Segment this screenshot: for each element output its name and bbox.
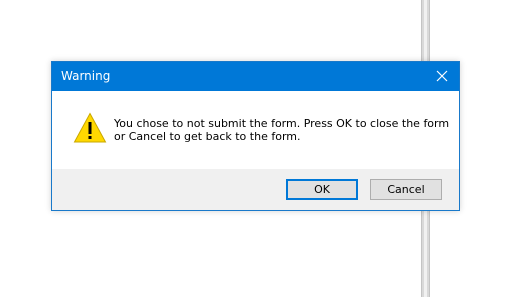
dialog-content: You chose to not submit the form. Press … xyxy=(52,91,459,169)
cancel-button[interactable]: Cancel xyxy=(370,179,442,200)
dialog-titlebar: Warning xyxy=(52,62,459,91)
warning-dialog: Warning You chose to not submit the form… xyxy=(51,61,460,211)
dialog-message: You chose to not submit the form. Press … xyxy=(114,117,450,143)
close-button[interactable] xyxy=(425,62,459,91)
dialog-title: Warning xyxy=(61,69,111,83)
ok-button[interactable]: OK xyxy=(286,179,358,200)
close-icon xyxy=(436,70,448,82)
message-line: or Cancel to get back to the form. xyxy=(114,130,301,143)
message-line: You chose to not submit the form. Press … xyxy=(114,117,450,130)
warning-triangle-icon xyxy=(73,112,107,143)
dialog-footer: OK Cancel xyxy=(52,169,459,210)
